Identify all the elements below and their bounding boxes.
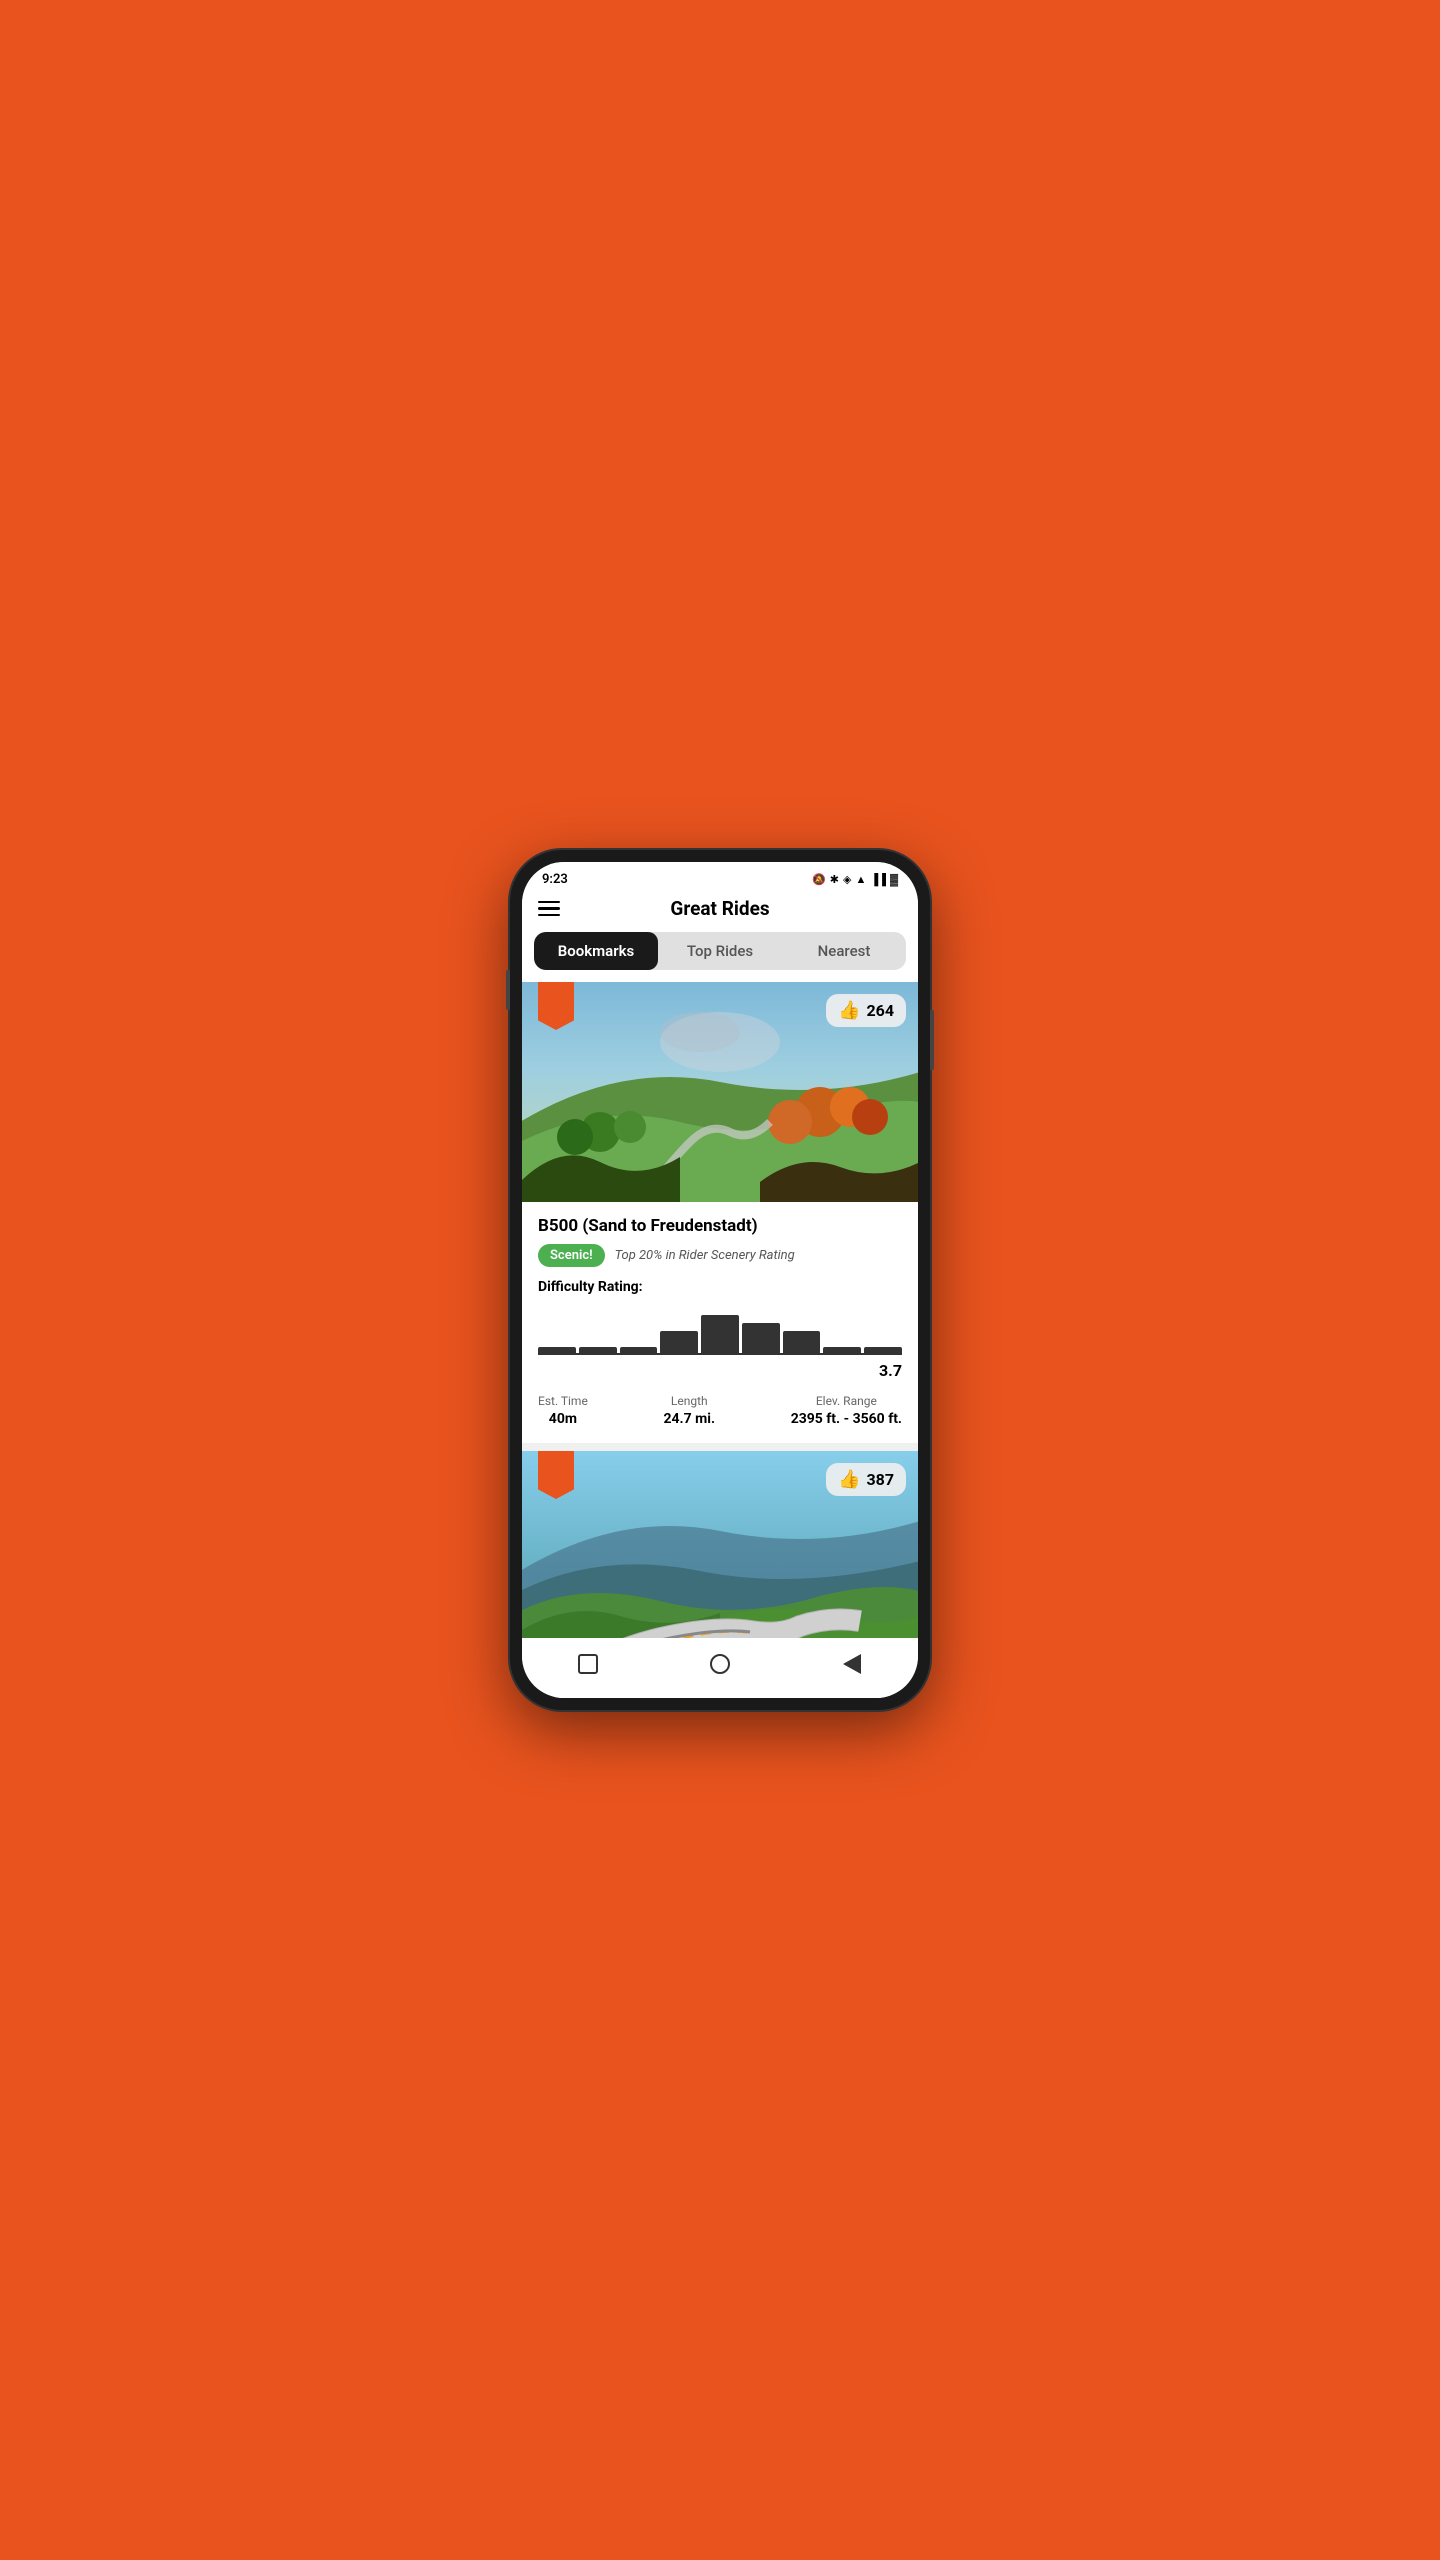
stat-est-time: Est. Time 40m bbox=[538, 1394, 588, 1427]
bookmark-flag-2[interactable] bbox=[538, 1451, 574, 1499]
difficulty-score-row: 3.7 bbox=[538, 1361, 902, 1380]
phone-device: 9:23 🔕 ✱ ◈ ▲ ▐▐ ▓ Great Rides Bookmarks bbox=[510, 850, 930, 1710]
thumbs-up-icon-1: 👍 bbox=[838, 1000, 860, 1021]
ride-tags-1: Scenic! Top 20% in Rider Scenery Rating bbox=[538, 1244, 902, 1267]
ride-card-2[interactable]: 👍 387 bbox=[522, 1451, 918, 1638]
ride-image-container-1: 👍 264 bbox=[522, 982, 918, 1202]
difficulty-label-1: Difficulty Rating: bbox=[538, 1279, 902, 1295]
page-title: Great Rides bbox=[560, 897, 880, 920]
bell-mute-icon: 🔕 bbox=[812, 873, 826, 886]
like-count-2: 387 bbox=[866, 1470, 894, 1489]
status-time: 9:23 bbox=[542, 872, 568, 887]
ride-info-1: B500 (Sand to Freudenstadt) Scenic! Top … bbox=[522, 1202, 918, 1443]
difficulty-chart-1 bbox=[538, 1305, 902, 1355]
bar-4 bbox=[660, 1331, 698, 1355]
ride-image-container-2: 👍 387 bbox=[522, 1451, 918, 1638]
location-icon: ◈ bbox=[843, 873, 851, 886]
length-label: Length bbox=[663, 1394, 715, 1408]
tab-top-rides[interactable]: Top Rides bbox=[658, 932, 782, 970]
like-badge-1[interactable]: 👍 264 bbox=[826, 994, 906, 1027]
ride-card-1[interactable]: 👍 264 B500 (Sand to Freudenstadt) Scenic… bbox=[522, 982, 918, 1443]
nav-recents-button[interactable] bbox=[574, 1650, 602, 1678]
content-area: 👍 264 B500 (Sand to Freudenstadt) Scenic… bbox=[522, 982, 918, 1638]
elev-value: 2395 ft. - 3560 ft. bbox=[791, 1411, 902, 1427]
like-badge-2[interactable]: 👍 387 bbox=[826, 1463, 906, 1496]
tab-bookmarks[interactable]: Bookmarks bbox=[534, 932, 658, 970]
bar-6 bbox=[742, 1323, 780, 1355]
difficulty-score-value: 3.7 bbox=[879, 1361, 902, 1380]
stat-length: Length 24.7 mi. bbox=[663, 1394, 715, 1427]
header: Great Rides bbox=[522, 891, 918, 932]
ride-title-1: B500 (Sand to Freudenstadt) bbox=[538, 1216, 902, 1236]
like-count-1: 264 bbox=[866, 1001, 894, 1020]
chart-baseline bbox=[538, 1353, 902, 1355]
elev-label: Elev. Range bbox=[791, 1394, 902, 1408]
bluetooth-icon: ✱ bbox=[830, 873, 839, 886]
nav-home-button[interactable] bbox=[706, 1650, 734, 1678]
menu-button[interactable] bbox=[538, 901, 560, 917]
length-value: 24.7 mi. bbox=[663, 1411, 715, 1427]
scenic-tag-1: Scenic! bbox=[538, 1244, 605, 1267]
battery-icon: ▓ bbox=[890, 873, 898, 886]
square-icon bbox=[578, 1654, 598, 1674]
wifi-icon: ▲ bbox=[855, 873, 866, 886]
stats-row-1: Est. Time 40m Length 24.7 mi. Elev. Rang… bbox=[538, 1394, 902, 1427]
bookmark-flag-1[interactable] bbox=[538, 982, 574, 1030]
est-time-value: 40m bbox=[538, 1411, 588, 1427]
status-icons: 🔕 ✱ ◈ ▲ ▐▐ ▓ bbox=[812, 873, 898, 886]
tab-bar: Bookmarks Top Rides Nearest bbox=[534, 932, 906, 970]
scenic-desc-1: Top 20% in Rider Scenery Rating bbox=[615, 1248, 795, 1263]
bar-5 bbox=[701, 1315, 739, 1355]
bar-7 bbox=[783, 1331, 821, 1355]
phone-screen: 9:23 🔕 ✱ ◈ ▲ ▐▐ ▓ Great Rides Bookmarks bbox=[522, 862, 918, 1698]
est-time-label: Est. Time bbox=[538, 1394, 588, 1408]
back-icon bbox=[843, 1654, 861, 1674]
signal-icon: ▐▐ bbox=[870, 873, 886, 886]
status-bar: 9:23 🔕 ✱ ◈ ▲ ▐▐ ▓ bbox=[522, 862, 918, 891]
tab-nearest[interactable]: Nearest bbox=[782, 932, 906, 970]
circle-icon bbox=[710, 1654, 730, 1674]
thumbs-up-icon-2: 👍 bbox=[838, 1469, 860, 1490]
nav-back-button[interactable] bbox=[838, 1650, 866, 1678]
stat-elev: Elev. Range 2395 ft. - 3560 ft. bbox=[791, 1394, 902, 1427]
android-nav-bar bbox=[522, 1638, 918, 1698]
